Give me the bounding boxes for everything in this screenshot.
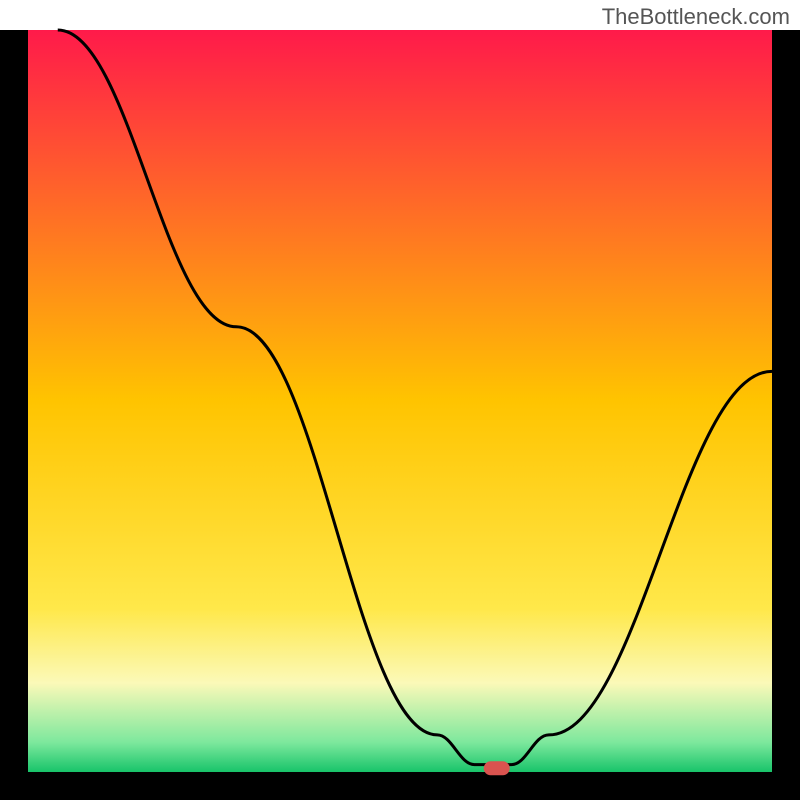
optimal-marker bbox=[484, 761, 510, 775]
frame-left bbox=[0, 30, 28, 800]
frame-right bbox=[772, 30, 800, 800]
chart-container: TheBottleneck.com bbox=[0, 0, 800, 800]
attribution-text: TheBottleneck.com bbox=[602, 4, 790, 30]
gradient-background bbox=[28, 30, 772, 772]
frame-bottom bbox=[0, 772, 800, 800]
bottleneck-chart bbox=[0, 0, 800, 800]
